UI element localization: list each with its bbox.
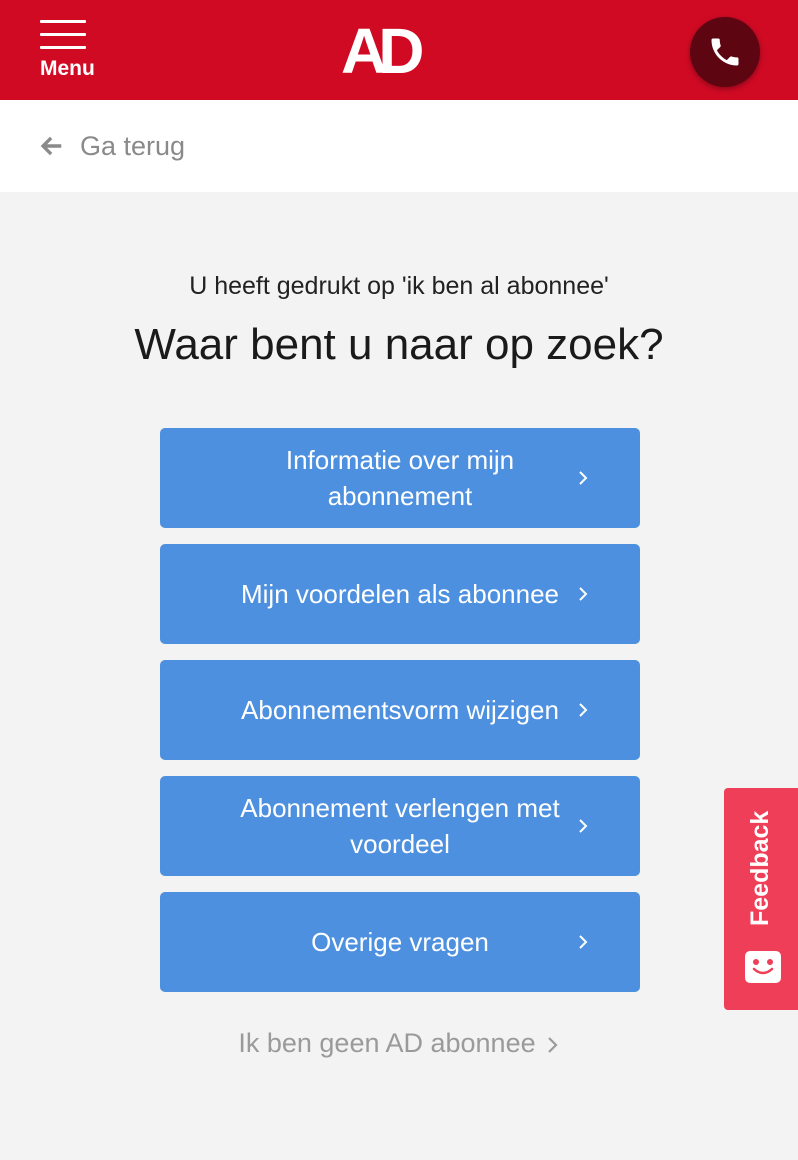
option-label: Abonnementsvorm wijzigen: [241, 695, 559, 725]
top-header: Menu AD: [0, 0, 798, 100]
intro-text: U heeft gedrukt op 'ik ben al abonnee': [189, 272, 609, 300]
main-content: U heeft gedrukt op 'ik ben al abonnee' W…: [0, 192, 798, 1160]
back-bar: Ga terug: [0, 100, 798, 192]
chevron-right-icon: [579, 935, 588, 949]
phone-button[interactable]: [690, 17, 760, 87]
chevron-right-icon: [547, 1037, 558, 1053]
feedback-tab[interactable]: Feedback: [724, 788, 798, 1010]
option-renew-subscription-button[interactable]: Abonnement verlengen met voordeel: [160, 776, 640, 876]
option-label: Mijn voordelen als abonnee: [241, 579, 559, 609]
option-label: Abonnement verlengen met voordeel: [240, 793, 560, 859]
option-label: Informatie over mijn abonnement: [285, 445, 515, 511]
hamburger-icon: [40, 20, 86, 50]
option-subscription-info-button[interactable]: Informatie over mijn abonnement: [160, 428, 640, 528]
option-other-questions-button[interactable]: Overige vragen: [160, 892, 640, 992]
ad-logo[interactable]: AD: [341, 19, 441, 83]
page-title: Waar bent u naar op zoek?: [134, 320, 664, 369]
arrow-left-icon: [40, 136, 62, 156]
menu-label: Menu: [40, 57, 95, 80]
chevron-right-icon: [579, 819, 588, 833]
chevron-right-icon: [579, 471, 588, 485]
not-subscriber-label: Ik ben geen AD abonnee: [238, 1028, 536, 1058]
smiley-icon: [745, 951, 781, 983]
chevron-right-icon: [579, 703, 588, 717]
not-subscriber-link[interactable]: Ik ben geen AD abonnee: [0, 1028, 798, 1059]
option-change-subscription-button[interactable]: Abonnementsvorm wijzigen: [160, 660, 640, 760]
back-link[interactable]: Ga terug: [38, 128, 185, 164]
feedback-label: Feedback: [746, 810, 774, 926]
chevron-right-icon: [579, 587, 588, 601]
back-label: Ga terug: [80, 130, 186, 161]
option-list: Informatie over mijn abonnement Mijn voo…: [160, 428, 640, 1008]
option-label: Overige vragen: [311, 927, 489, 957]
menu-button[interactable]: Menu: [38, 18, 100, 84]
option-benefits-button[interactable]: Mijn voordelen als abonnee: [160, 544, 640, 644]
phone-icon: [711, 38, 739, 66]
